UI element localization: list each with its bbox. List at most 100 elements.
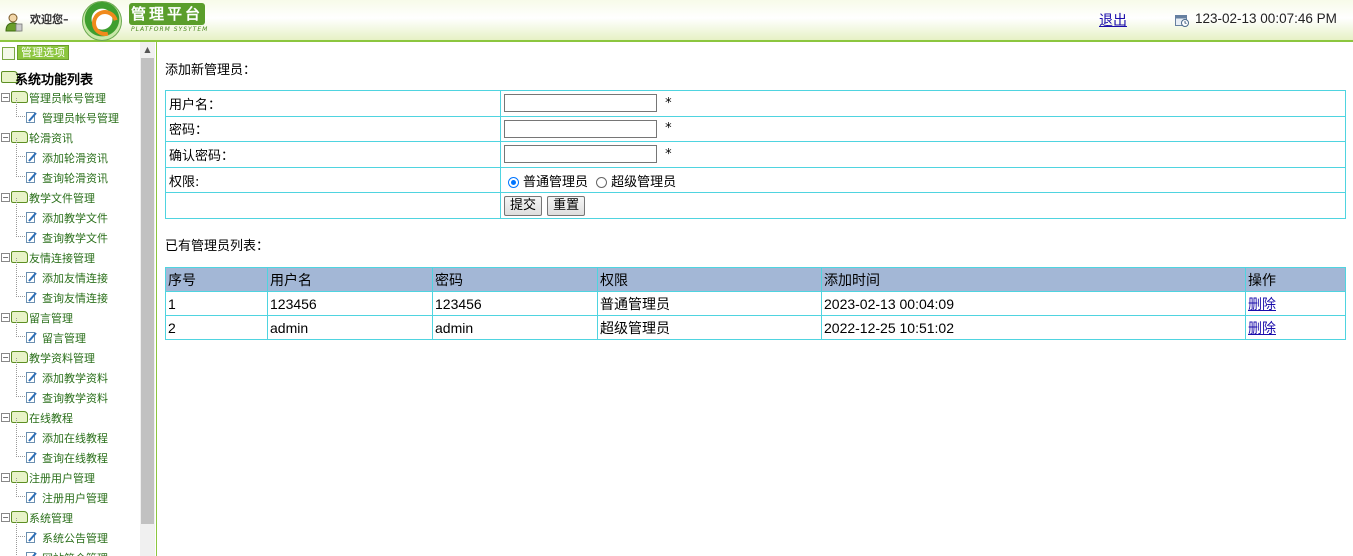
sidebar: 管理选项 系统功能列表 − 管理员帐号管理 管理员帐号管理 − 轮滑资讯 添加轮滑资讯 查询轮… xyxy=(0,42,157,556)
sidebar-scrollbar[interactable]: ▲ xyxy=(140,42,155,556)
role-super-label[interactable]: 超级管理员 xyxy=(611,175,676,190)
clock-icon xyxy=(1175,15,1189,27)
tree-connector xyxy=(16,98,25,117)
document-edit-icon xyxy=(26,172,37,183)
collapse-icon[interactable]: − xyxy=(1,473,10,482)
tree-category-label: 在线教程 xyxy=(29,412,73,425)
top-header: 欢迎您– 管理平台 PLATFORM SYSYTEM 退出 123-02-13 … xyxy=(0,0,1353,42)
table-header-row: 序号 用户名 密码 权限 添加时间 操作 xyxy=(165,267,1346,292)
tree-category-label: 教学文件管理 xyxy=(29,192,95,205)
main-content: 添加新管理员： 用户名： * 密码： * 确认密码： * 权限: 普通管理员 超… xyxy=(157,42,1353,556)
tree-connector xyxy=(16,378,25,397)
tree-connector xyxy=(16,478,25,497)
tree-root-label: 系统功能列表 xyxy=(15,73,94,88)
collapse-icon[interactable]: − xyxy=(1,353,10,362)
tree-item-label: 查询教学资料 xyxy=(42,392,108,405)
tree-item-label: 添加在线教程 xyxy=(42,432,108,445)
tree-item-label: 添加友情连接 xyxy=(42,272,108,285)
tree-item-label: 查询在线教程 xyxy=(42,452,108,465)
document-edit-icon xyxy=(26,392,37,403)
tree-category-label: 系统管理 xyxy=(29,512,73,525)
table-row: 1 123456 123456 普通管理员 2023-02-13 00:04:09 删除 xyxy=(165,291,1346,316)
tree-connector xyxy=(16,418,25,437)
column-header: 操作 xyxy=(1245,267,1346,292)
tree-item-label: 系统公告管理 xyxy=(42,532,108,545)
form-row-password: 密码： * xyxy=(165,115,1346,143)
tree-connector xyxy=(16,258,25,277)
column-header: 权限 xyxy=(597,267,822,292)
collapse-icon[interactable]: − xyxy=(1,413,10,422)
tree-item-label: 注册用户管理 xyxy=(42,492,108,505)
username-input[interactable] xyxy=(504,94,657,113)
role-normal-label[interactable]: 普通管理员 xyxy=(523,175,588,190)
collapse-icon[interactable]: − xyxy=(1,253,10,262)
tree-connector xyxy=(16,158,25,177)
logout-link[interactable]: 退出 xyxy=(1099,10,1127,30)
document-edit-icon xyxy=(26,532,37,543)
column-header: 密码 xyxy=(432,267,598,292)
required-mark: * xyxy=(665,121,672,137)
calendar-icon xyxy=(2,47,15,60)
column-header: 添加时间 xyxy=(821,267,1246,292)
confirm-password-input[interactable] xyxy=(504,145,657,164)
empty-cell xyxy=(165,192,501,219)
tree-connector xyxy=(16,138,25,157)
password-label: 密码： xyxy=(165,115,501,143)
welcome-text: 欢迎您– xyxy=(30,13,69,26)
collapse-icon[interactable]: − xyxy=(1,313,10,322)
required-mark: * xyxy=(665,146,672,162)
scrollbar-thumb[interactable] xyxy=(141,58,154,524)
tree-item-label: 查询教学文件 xyxy=(42,232,108,245)
tree-item-label: 添加轮滑资讯 xyxy=(42,152,108,165)
tree-connector xyxy=(16,198,25,217)
collapse-icon[interactable]: − xyxy=(1,193,10,202)
table-cell: 123456 xyxy=(267,291,433,316)
role-super-radio[interactable] xyxy=(596,176,608,188)
submit-button[interactable]: 提交 xyxy=(504,195,543,216)
collapse-icon[interactable]: − xyxy=(1,513,10,522)
sidebar-tab[interactable]: 管理选项 xyxy=(0,44,138,61)
admin-list-title: 已有管理员列表： xyxy=(165,239,270,254)
form-row-role: 权限: 普通管理员 超级管理员 xyxy=(165,166,1346,194)
table-cell: admin xyxy=(267,315,433,340)
document-edit-icon xyxy=(26,332,37,343)
required-mark: * xyxy=(665,95,672,111)
reset-button[interactable]: 重置 xyxy=(547,195,586,216)
actions-cell: 提交 重置 xyxy=(500,192,1346,219)
tree-item-label: 网站简介管理 xyxy=(42,550,108,556)
table-cell: admin xyxy=(432,315,598,340)
action-cell: 删除 xyxy=(1245,315,1346,340)
document-edit-icon xyxy=(26,152,37,163)
document-edit-icon xyxy=(26,232,37,243)
username-label: 用户名： xyxy=(165,90,501,117)
add-admin-form: 用户名： * 密码： * 确认密码： * 权限: 普通管理员 超级管理员 提交 … xyxy=(165,90,1346,219)
table-cell: 2022-12-25 10:51:02 xyxy=(821,315,1246,340)
tree-category-label: 留言管理 xyxy=(29,312,73,325)
tree-item-label: 查询友情连接 xyxy=(42,292,108,305)
table-cell: 2023-02-13 00:04:09 xyxy=(821,291,1246,316)
column-header: 用户名 xyxy=(267,267,433,292)
password-input[interactable] xyxy=(504,119,657,138)
tree-category-label: 友情连接管理 xyxy=(29,252,95,265)
admin-list-table: 序号 用户名 密码 权限 添加时间 操作 1 123456 123456 普通管理员 2… xyxy=(165,267,1346,340)
logo-emblem-icon xyxy=(82,1,123,41)
table-cell: 123456 xyxy=(432,291,598,316)
tree-connector xyxy=(16,318,25,337)
tree-category-label: 轮滑资讯 xyxy=(29,132,73,145)
tree-category-label: 管理员帐号管理 xyxy=(29,92,106,105)
tree-item-label: 添加教学文件 xyxy=(42,212,108,225)
tree-connector xyxy=(16,538,25,556)
tree-item-label: 查询轮滑资讯 xyxy=(42,172,108,185)
collapse-icon[interactable]: − xyxy=(1,93,10,102)
tree-item-label: 管理员帐号管理 xyxy=(42,112,119,125)
tree-item-label: 留言管理 xyxy=(42,332,86,345)
collapse-icon[interactable]: − xyxy=(1,133,10,142)
tree-category-label: 注册用户管理 xyxy=(29,472,95,485)
form-row-username: 用户名： * xyxy=(165,90,1346,117)
add-admin-title: 添加新管理员： xyxy=(165,63,257,78)
scroll-up-arrow-icon[interactable]: ▲ xyxy=(140,42,155,57)
delete-link[interactable]: 删除 xyxy=(1248,320,1276,336)
delete-link[interactable]: 删除 xyxy=(1248,296,1276,312)
logo-title: 管理平台 xyxy=(129,3,205,25)
role-normal-radio[interactable] xyxy=(508,176,519,188)
